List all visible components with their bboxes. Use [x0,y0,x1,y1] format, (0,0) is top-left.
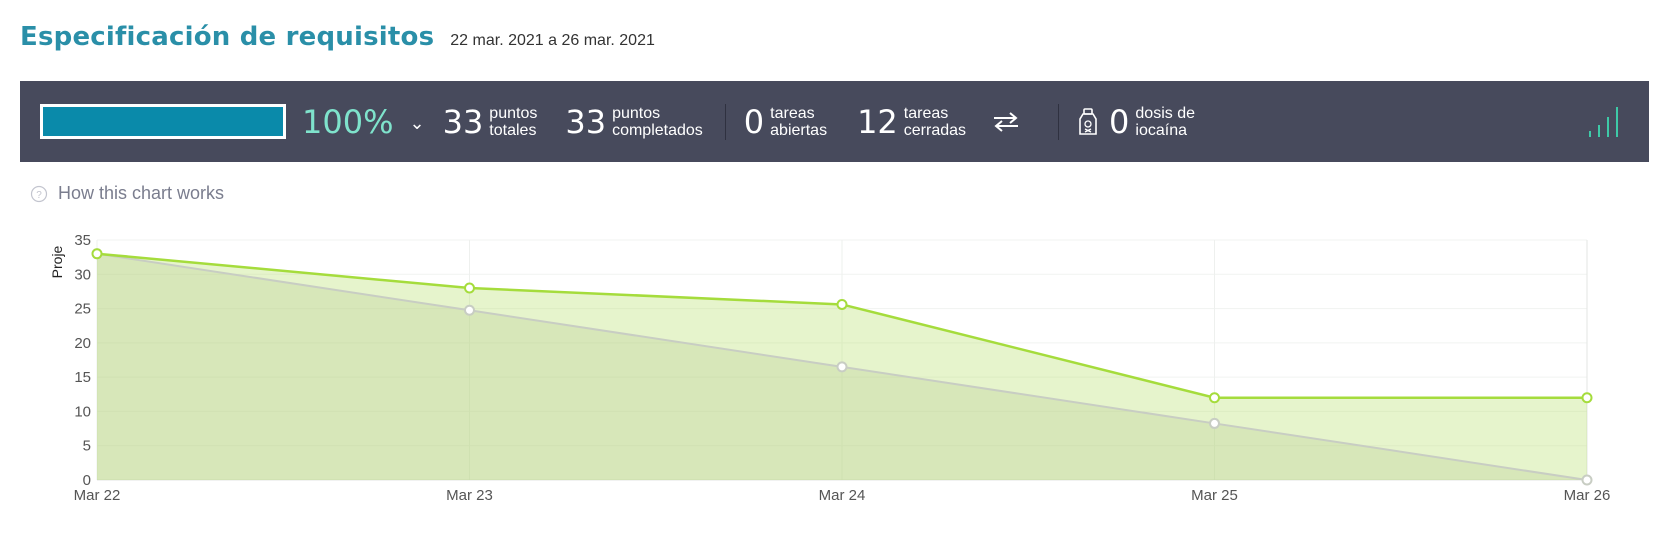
open-tasks-value: 0 [743,102,765,141]
data-point [91,248,103,260]
data-point [836,361,848,373]
y-tick-label: 25 [74,301,91,318]
how-chart-works-link[interactable]: ? How this chart works [30,183,224,204]
open-tasks-label-1: tareas [770,104,815,122]
swap-arrows-icon[interactable] [992,111,1020,133]
y-tick-label: 35 [74,232,91,249]
open-tasks-stat: 0 tareas abiertas [744,103,827,141]
potion-bottle-icon [1079,107,1097,135]
open-tasks-label-2: abiertas [770,121,828,139]
help-icon: ? [30,185,48,202]
date-range: 22 mar. 2021 a 26 mar. 2021 [450,32,655,49]
burndown-chart: 05101520253035Mar 22 Mar 23 Mar 24 Mar 25 Ma… [49,232,1611,504]
y-tick-label: 15 [74,369,91,386]
y-tick-label: 5 [83,438,91,455]
closed-tasks-stat: 12 tareas cerradas [857,103,966,141]
page-header: Especificación de requisitos 22 mar. 202… [20,22,655,52]
iocaine-label-2: iocaína [1135,121,1187,139]
iocaine-value: 0 [1109,102,1130,141]
y-tick-label: 10 [74,403,91,420]
completed-points-label-2: completados [612,121,703,139]
chevron-down-icon[interactable]: ⌄ [409,113,424,134]
data-point [1581,474,1593,486]
x-tick-label: Mar 23 [446,487,493,504]
progress-bar-fill [43,107,283,136]
divider [724,103,726,140]
x-tick-label: Mar 22 [74,487,121,504]
summary-stats-bar: 100% ⌄ 33 puntos totales 33 puntos compl… [20,81,1649,162]
total-points-value: 33 [442,102,484,141]
data-point [1209,417,1220,429]
closed-tasks-label-2: cerradas [903,121,967,139]
how-chart-works-label: How this chart works [58,183,225,203]
data-point [1209,392,1220,404]
y-tick-label: 20 [74,335,91,352]
divider [1058,103,1060,140]
svg-text:?: ? [36,190,42,201]
y-tick-label: 30 [74,266,91,283]
progress-percent: 100% [302,102,394,141]
x-tick-label: Mar 26 [1564,487,1611,504]
data-point [464,282,475,294]
page-title: Especificación de requisitos [20,22,435,52]
completed-points-label-1: puntos [612,104,661,122]
x-tick-label: Mar 25 [1191,487,1238,504]
iocaine-stat: 0 dosis de iocaína [1109,103,1195,141]
completed-points-value: 33 [565,102,607,141]
iocaine-label-1: dosis de [1135,104,1195,122]
closed-tasks-value: 12 [857,102,898,141]
total-points-label-2: totales [489,121,537,139]
total-points-stat: 33 puntos totales [443,103,538,141]
y-axis-label: Proje [49,245,65,278]
progress-bar [40,104,286,139]
data-point [836,298,848,310]
x-tick-label: Mar 24 [819,487,866,504]
signal-bars-icon[interactable] [1587,105,1623,139]
data-point [464,304,475,316]
completed-points-stat: 33 puntos completados [565,103,702,141]
closed-tasks-label-1: tareas [903,104,949,122]
total-points-label-1: puntos [489,104,538,122]
data-point [1581,392,1593,404]
